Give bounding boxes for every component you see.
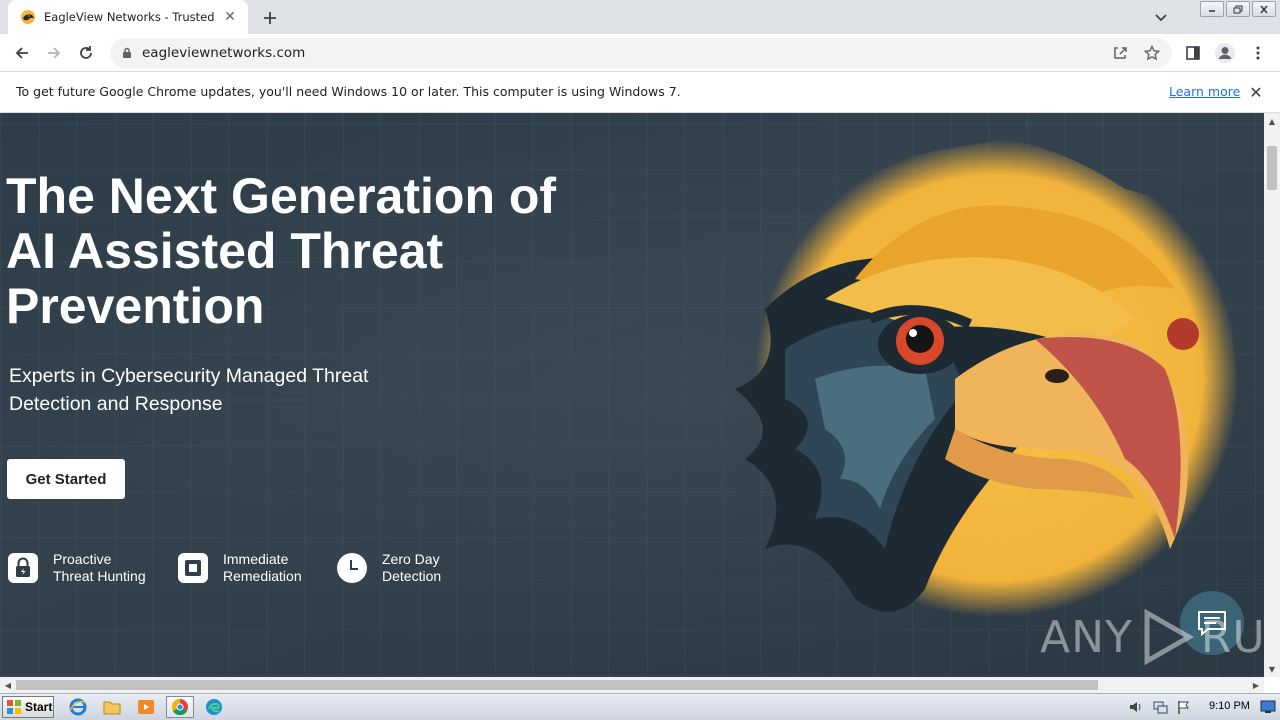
share-button[interactable] — [1112, 38, 1128, 68]
watermark-right: RUN — [1200, 611, 1264, 663]
horizontal-scrollbar[interactable]: ◀ ▶ — [0, 677, 1264, 693]
edge-icon — [206, 699, 222, 715]
window-controls — [1200, 1, 1276, 17]
horizontal-scroll-thumb[interactable] — [16, 680, 1098, 690]
system-tray — [1120, 694, 1196, 720]
network-icon[interactable] — [1152, 699, 1168, 715]
close-icon — [1260, 5, 1268, 13]
action-center-flag-icon[interactable] — [1176, 699, 1192, 715]
tab-strip: EagleView Networks - Trusted Cyber ✕ — [0, 0, 1280, 34]
lock-icon — [123, 47, 131, 58]
hero-subtitle-line: Detection and Response — [9, 393, 223, 415]
taskbar-clock[interactable]: 9:10 PM — [1209, 700, 1250, 712]
start-label: Start — [25, 700, 53, 714]
learn-more-link[interactable]: Learn more — [1169, 84, 1240, 99]
lock-icon — [7, 552, 39, 584]
shield-square-icon — [177, 552, 209, 584]
scroll-up-arrow-icon[interactable]: ▲ — [1264, 113, 1280, 129]
page-viewport: The Next Generation of AI Assisted Threa… — [0, 113, 1264, 677]
hero-subtitle-line: Experts in Cybersecurity Managed Threat — [9, 365, 369, 387]
get-started-button[interactable]: Get Started — [7, 459, 125, 499]
taskbar-media-player[interactable] — [132, 696, 160, 718]
anyrun-watermark: ANY RUN — [1040, 607, 1264, 667]
address-bar[interactable]: eagleviewnetworks.com — [110, 38, 1172, 68]
restore-icon — [1233, 5, 1243, 13]
reload-icon — [80, 46, 92, 59]
feature-title: Proactive — [53, 551, 112, 567]
hero-title-line: AI Assisted Threat — [6, 223, 444, 279]
profile-button[interactable] — [1213, 41, 1237, 65]
scroll-right-arrow-icon[interactable]: ▶ — [1248, 677, 1264, 693]
taskbar-edge[interactable] — [200, 696, 228, 718]
folder-icon — [103, 701, 121, 715]
feature-title: Detection — [382, 568, 442, 584]
play-logo-icon — [1144, 608, 1194, 666]
url-text: eagleviewnetworks.com — [142, 45, 306, 61]
plus-icon — [264, 12, 276, 24]
windows-logo-icon — [7, 700, 21, 714]
feature-title: Remediation — [223, 568, 302, 584]
kebab-menu-icon — [1256, 46, 1260, 60]
window-close-button[interactable] — [1252, 1, 1276, 17]
feature-text: Immediate Remediation — [223, 551, 302, 585]
side-panel-button[interactable] — [1181, 41, 1205, 65]
share-icon — [1114, 47, 1127, 59]
eagle-favicon-icon — [21, 10, 35, 24]
new-tab-button[interactable] — [257, 5, 283, 31]
tab-close-icon[interactable]: ✕ — [220, 7, 240, 27]
clock-icon — [336, 552, 368, 584]
vertical-scrollbar[interactable]: ▲ ▼ — [1264, 113, 1280, 677]
arrow-right-icon — [48, 47, 61, 59]
tab-title: EagleView Networks - Trusted Cyber — [44, 10, 218, 24]
tab-search-button[interactable] — [1150, 7, 1172, 29]
browser-toolbar: eagleviewnetworks.com — [0, 34, 1280, 72]
hero-subtitle: Experts in Cybersecurity Managed Threat … — [9, 362, 429, 418]
arrow-left-icon — [15, 47, 28, 59]
restore-button[interactable] — [1226, 1, 1250, 17]
scroll-down-arrow-icon[interactable]: ▼ — [1264, 661, 1280, 677]
feature-text: Proactive Threat Hunting — [53, 551, 146, 585]
minimize-button[interactable] — [1200, 1, 1224, 17]
feature-remediation: Immediate Remediation — [177, 551, 302, 585]
update-infobar: To get future Google Chrome updates, you… — [0, 72, 1280, 113]
menu-button[interactable] — [1246, 41, 1270, 65]
profile-avatar-icon — [1215, 43, 1235, 63]
taskbar-ie[interactable] — [64, 696, 92, 718]
reload-button[interactable] — [74, 41, 98, 65]
forward-button[interactable] — [42, 41, 66, 65]
scroll-left-arrow-icon[interactable]: ◀ — [0, 677, 16, 693]
taskbar-chrome[interactable] — [166, 696, 194, 718]
minimize-icon — [1209, 10, 1215, 12]
taskbar-explorer[interactable] — [98, 696, 126, 718]
chrome-icon — [171, 698, 188, 716]
show-desktop-icon[interactable] — [1260, 700, 1276, 714]
chevron-down-icon — [1155, 14, 1167, 22]
eagle-mascot-image — [735, 139, 1239, 617]
watermark-left: ANY — [1040, 611, 1133, 663]
internet-explorer-icon — [69, 698, 87, 716]
feature-title: Zero Day — [382, 551, 440, 567]
hero-title-line: The Next Generation of — [6, 168, 557, 224]
start-button[interactable]: Start — [2, 696, 54, 718]
feature-text: Zero Day Detection — [382, 551, 441, 585]
hero-title: The Next Generation of AI Assisted Threa… — [6, 169, 606, 334]
feature-zero-day: Zero Day Detection — [336, 551, 441, 585]
star-icon — [1144, 45, 1160, 61]
infobar-close-icon[interactable]: ✕ — [1247, 83, 1265, 102]
screen: EagleView Networks - Trusted Cyber ✕ — [0, 0, 1280, 720]
volume-icon[interactable] — [1128, 699, 1144, 715]
back-button[interactable] — [10, 41, 34, 65]
media-player-icon — [138, 700, 154, 714]
feature-threat-hunting: Proactive Threat Hunting — [7, 551, 146, 585]
hero-title-line: Prevention — [6, 278, 265, 334]
feature-title: Immediate — [223, 551, 289, 567]
bookmark-button[interactable] — [1144, 38, 1160, 68]
feature-title: Threat Hunting — [53, 568, 146, 584]
infobar-message: To get future Google Chrome updates, you… — [16, 84, 681, 99]
side-panel-icon — [1186, 46, 1200, 60]
browser-tab[interactable]: EagleView Networks - Trusted Cyber ✕ — [8, 0, 248, 34]
vertical-scroll-thumb[interactable] — [1267, 146, 1277, 190]
windows-taskbar: Start 9:10 PM — [0, 693, 1280, 720]
